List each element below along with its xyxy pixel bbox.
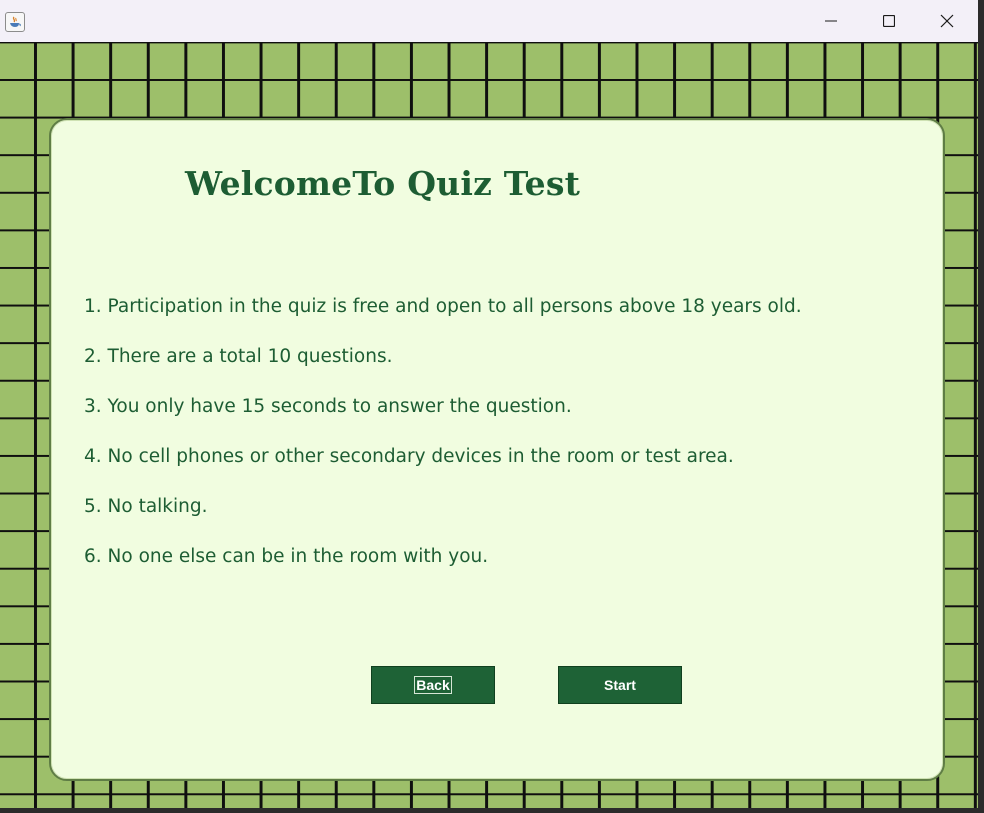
rule-item: 4. No cell phones or other secondary dev… [84, 446, 734, 467]
rule-item: 1. Participation in the quiz is free and… [84, 296, 802, 317]
start-button[interactable]: Start [558, 666, 682, 704]
close-button[interactable] [918, 0, 976, 42]
start-button-label: Start [604, 677, 636, 693]
minimize-icon [825, 20, 837, 22]
title-bar[interactable] [0, 0, 978, 43]
rule-item: 3. You only have 15 seconds to answer th… [84, 396, 572, 417]
rule-item: 2. There are a total 10 questions. [84, 346, 393, 367]
rule-item: 6. No one else can be in the room with y… [84, 546, 489, 567]
maximize-icon [883, 15, 895, 27]
java-app-icon[interactable] [5, 12, 25, 32]
app-window: WelcomeTo Quiz Test 1. Participation in … [0, 0, 978, 808]
minimize-button[interactable] [802, 0, 860, 42]
rule-item: 5. No talking. [84, 496, 208, 517]
maximize-button[interactable] [860, 0, 918, 42]
close-icon [940, 14, 954, 28]
rules-panel: WelcomeTo Quiz Test 1. Participation in … [49, 118, 945, 781]
back-button-label: Back [414, 676, 452, 694]
back-button[interactable]: Back [371, 666, 495, 704]
page-title: WelcomeTo Quiz Test [185, 164, 581, 203]
